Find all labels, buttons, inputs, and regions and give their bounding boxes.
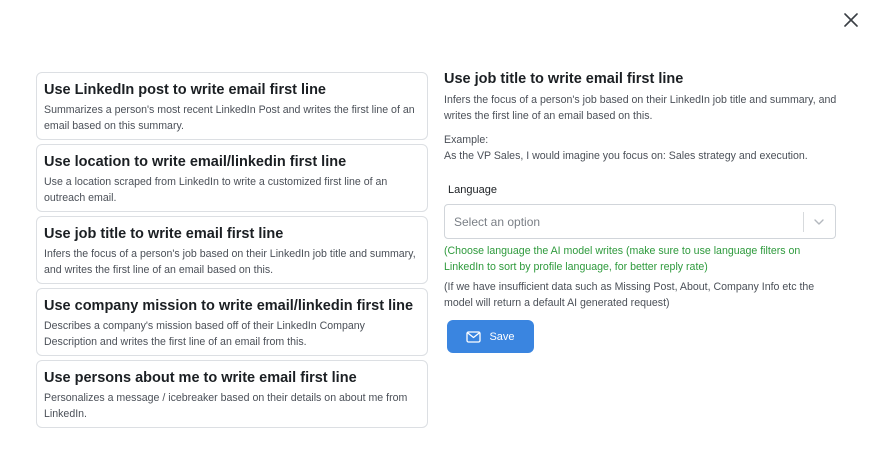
option-description: Use a location scraped from LinkedIn to …	[44, 176, 388, 204]
language-label: Language	[448, 184, 497, 196]
option-description: Describes a company's mission based off …	[44, 320, 365, 348]
option-card-location[interactable]: Use location to write email/linkedin fir…	[36, 144, 428, 212]
option-card-company-mission[interactable]: Use company mission to write email/linke…	[36, 288, 428, 356]
option-description: Personalizes a message / icebreaker base…	[44, 392, 408, 420]
option-card-linkedin-post[interactable]: Use LinkedIn post to write email first l…	[36, 72, 428, 140]
option-description: Summarizes a person's most recent Linked…	[44, 104, 415, 132]
close-icon	[844, 13, 858, 27]
chevron-down-icon[interactable]	[812, 215, 826, 229]
select-divider	[803, 212, 804, 232]
language-hint: (Choose language the AI model writes (ma…	[444, 245, 801, 273]
detail-title: Use job title to write email first line	[444, 71, 684, 87]
language-select-placeholder: Select an option	[454, 215, 541, 229]
option-list: Use LinkedIn post to write email first l…	[36, 72, 428, 432]
detail-description: Infers the focus of a person's job based…	[444, 94, 837, 122]
option-card-job-title[interactable]: Use job title to write email first line …	[36, 216, 428, 284]
insufficient-data-note: (If we have insufficient data such as Mi…	[444, 281, 815, 309]
example-text: As the VP Sales, I would imagine you foc…	[444, 150, 808, 162]
example-label: Example:	[444, 134, 489, 146]
option-title: Use location to write email/linkedin fir…	[44, 154, 347, 170]
option-description: Infers the focus of a person's job based…	[44, 248, 416, 276]
example-block: Example: As the VP Sales, I would imagin…	[444, 132, 839, 164]
close-button[interactable]	[842, 11, 860, 29]
mail-icon	[466, 330, 482, 343]
save-label: Save	[489, 330, 515, 343]
save-button[interactable]: Save	[447, 320, 534, 353]
option-title: Use job title to write email first line	[44, 226, 284, 242]
option-title: Use LinkedIn post to write email first l…	[44, 82, 326, 98]
option-title: Use persons about me to write email firs…	[44, 370, 357, 386]
detail-panel: Use job title to write email first line …	[444, 70, 839, 164]
option-card-about-me[interactable]: Use persons about me to write email firs…	[36, 360, 428, 428]
option-title: Use company mission to write email/linke…	[44, 298, 414, 314]
language-select[interactable]: Select an option	[444, 204, 836, 239]
